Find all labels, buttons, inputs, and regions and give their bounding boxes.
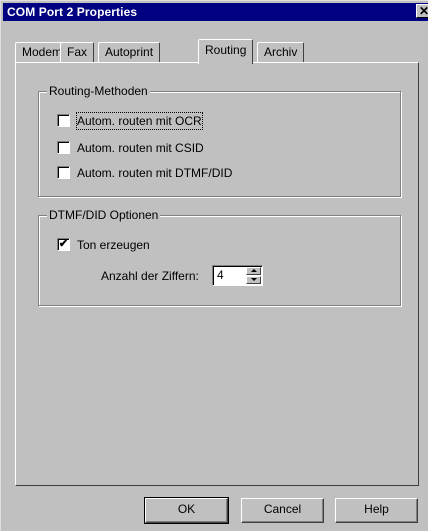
tab-routing[interactable]: Routing bbox=[198, 39, 254, 64]
route-dtmf-checkbox[interactable] bbox=[57, 166, 70, 179]
routing-methods-legend: Routing-Methoden bbox=[47, 84, 150, 98]
tab-archiv[interactable]: Archiv bbox=[257, 42, 305, 62]
route-dtmf-label: Autom. routen mit DTMF/DID bbox=[77, 166, 233, 180]
title-bar[interactable]: COM Port 2 Properties ✕ bbox=[3, 3, 428, 21]
close-icon[interactable]: ✕ bbox=[416, 4, 428, 18]
digit-count-label: Anzahl der Ziffern: bbox=[101, 269, 199, 283]
route-ocr-option[interactable]: Autom. routen mit OCR bbox=[57, 112, 257, 130]
digit-count-value[interactable]: 4 bbox=[217, 268, 224, 283]
tab-autoprint[interactable]: Autoprint bbox=[98, 42, 161, 62]
digit-count-spin-buttons bbox=[246, 267, 261, 284]
route-dtmf-option[interactable]: Autom. routen mit DTMF/DID bbox=[57, 165, 277, 181]
properties-dialog: COM Port 2 Properties ✕ Modem Fax Autopr… bbox=[0, 0, 428, 531]
route-ocr-checkbox[interactable] bbox=[57, 114, 70, 127]
window-title: COM Port 2 Properties bbox=[7, 5, 138, 19]
dtmf-options-group: DTMF/DID Optionen ✔ Ton erzeugen Anzahl … bbox=[38, 208, 401, 306]
dtmf-options-legend: DTMF/DID Optionen bbox=[47, 208, 161, 222]
route-csid-option[interactable]: Autom. routen mit CSID bbox=[57, 140, 257, 156]
routing-methods-group: Routing-Methoden Autom. routen mit OCR A… bbox=[38, 84, 401, 197]
arrow-up-icon bbox=[251, 269, 257, 272]
increment-button[interactable] bbox=[246, 267, 261, 275]
ok-button[interactable]: OK bbox=[144, 497, 229, 524]
route-csid-label: Autom. routen mit CSID bbox=[77, 141, 204, 155]
arrow-down-icon bbox=[251, 278, 257, 281]
help-button[interactable]: Help bbox=[335, 498, 418, 523]
decrement-button[interactable] bbox=[246, 276, 261, 284]
routing-tab-panel: Routing-Methoden Autom. routen mit OCR A… bbox=[15, 62, 419, 486]
digit-count-stepper[interactable]: 4 bbox=[212, 265, 263, 286]
tone-option[interactable]: ✔ Ton erzeugen bbox=[57, 237, 217, 253]
route-csid-checkbox[interactable] bbox=[57, 141, 70, 154]
route-ocr-label: Autom. routen mit OCR bbox=[76, 112, 203, 130]
tone-label: Ton erzeugen bbox=[77, 238, 150, 252]
cancel-button[interactable]: Cancel bbox=[241, 498, 324, 523]
tone-checkbox[interactable]: ✔ bbox=[57, 238, 70, 251]
tab-fax[interactable]: Fax bbox=[60, 42, 95, 62]
